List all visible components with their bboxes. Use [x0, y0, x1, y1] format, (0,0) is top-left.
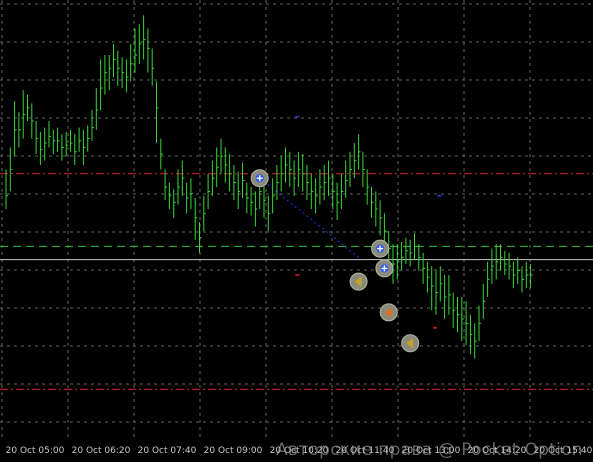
trend-line	[259, 177, 359, 258]
chart-canvas: 20 Oct 05:00 20 Oct 06:20 20 Oct 07:40 20 O…	[0, 0, 593, 456]
x-tick-label: 20 Oct 06:20	[72, 446, 131, 456]
x-tick-label: 20 Oct 05:00	[6, 446, 65, 456]
x-tick-label: 20 Oct 09:00	[204, 446, 263, 456]
price-chart: 20 Oct 05:00 20 Oct 06:20 20 Oct 07:40 20 O…	[0, 0, 593, 462]
watermark: Авторские права @ Pocket Option	[275, 440, 583, 460]
x-tick-label: 20 Oct 07:40	[138, 446, 197, 456]
